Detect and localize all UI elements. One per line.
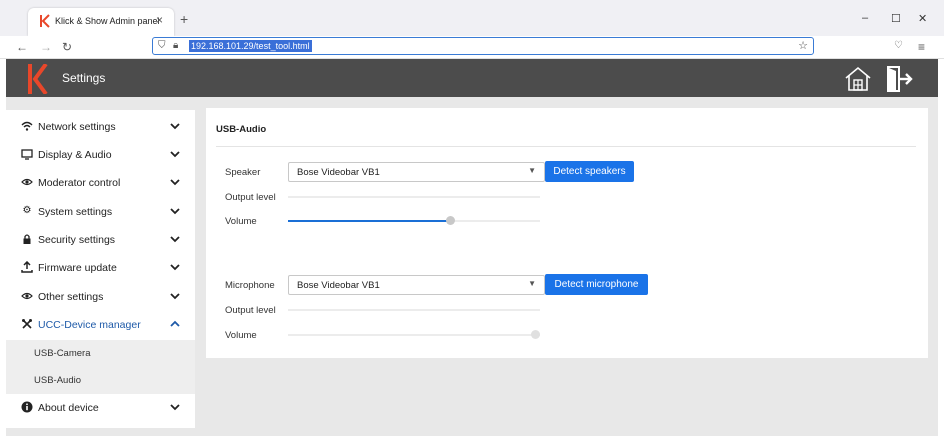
sidebar-subitem-label: USB-Camera [34,348,91,359]
usb-audio-panel: USB-Audio Speaker Bose Videobar VB1 ▼ De… [206,108,928,358]
sidebar-subitem-label: USB-Audio [34,375,81,386]
sidebar-item-label: UCC-Device manager [38,319,141,331]
lock-icon: 🔒︎ [173,40,179,51]
back-arrow-icon[interactable]: ← [16,40,28,54]
sidebar-item-ucc-device-manager[interactable]: UCC-Device manager [6,312,195,340]
sidebar-item-display-audio[interactable]: Display & Audio [6,142,195,170]
gear-icon: ⚙ [22,205,32,216]
panel-title: USB-Audio [216,124,267,135]
dropdown-caret-icon: ▼ [528,279,536,288]
browser-tab[interactable]: Klick & Show Admin panel × [28,8,174,36]
chevron-down-icon [170,123,180,130]
sidebar-item-label: Network settings [38,121,116,133]
speaker-volume-label: Volume [225,216,257,227]
sidebar-item-security-settings[interactable]: Security settings [6,227,195,255]
microphone-output-level-meter [288,309,540,311]
microphone-select[interactable]: Bose Videobar VB1 ▼ [288,275,545,295]
forward-arrow-icon[interactable]: → [40,40,52,54]
chevron-down-icon [170,264,180,271]
speaker-output-level-label: Output level [225,192,276,203]
app-header: Settings [6,59,938,97]
eye-icon [21,176,33,188]
shield-icon: ⛉ [158,40,166,51]
speaker-volume-thumb[interactable] [445,216,455,225]
sidebar: Network settings Display & Audio Moderat… [6,110,195,428]
divider [216,146,916,147]
chevron-down-icon [170,236,180,243]
maximize-button[interactable]: ☐ [891,12,901,25]
sidebar-subitem-usb-camera[interactable]: USB-Camera [6,340,195,367]
pocket-icon[interactable]: ♡ [894,40,903,51]
url-text[interactable]: 192.168.101.29/test_tool.html [189,40,312,52]
sidebar-subitem-usb-audio[interactable]: USB-Audio [6,367,195,394]
sidebar-item-moderator-control[interactable]: Moderator control [6,170,195,198]
browser-tab-bar: Klick & Show Admin panel × + – ☐ ✕ [0,0,944,36]
sidebar-item-label: System settings [38,206,113,218]
address-bar[interactable]: ⛉ 🔒︎ 192.168.101.29/test_tool.html ☆ [152,37,814,55]
chevron-down-icon [170,179,180,186]
tools-icon [21,318,33,330]
browser-nav-bar: ← → ↻ ⛉ 🔒︎ 192.168.101.29/test_tool.html… [0,36,944,59]
info-icon [21,401,33,413]
microphone-volume-slider[interactable] [288,330,540,339]
wifi-icon [21,120,33,132]
microphone-volume-thumb[interactable] [531,330,540,339]
tab-close-icon[interactable]: × [156,13,163,27]
detect-microphone-button[interactable]: Detect microphone [545,274,648,295]
home-icon[interactable] [844,65,872,93]
upload-icon [21,260,33,273]
sidebar-item-other-settings[interactable]: Other settings [6,284,195,312]
speaker-output-level-meter [288,196,540,198]
reload-icon[interactable]: ↻ [62,40,72,54]
chevron-up-icon [170,320,180,327]
sidebar-item-network-settings[interactable]: Network settings [6,114,195,142]
speaker-volume-fill [288,220,451,222]
speaker-volume-slider[interactable] [288,216,540,225]
microphone-label: Microphone [225,280,275,291]
speaker-selected-value: Bose Videobar VB1 [297,167,380,178]
microphone-selected-value: Bose Videobar VB1 [297,280,380,291]
page-title: Settings [62,71,106,85]
sidebar-item-label: Firmware update [38,262,117,274]
close-window-button[interactable]: ✕ [918,12,927,25]
detect-speakers-button[interactable]: Detect speakers [545,161,634,182]
microphone-volume-label: Volume [225,330,257,341]
chevron-down-icon [170,293,180,300]
klick-show-logo-icon [28,64,48,94]
sidebar-item-system-settings[interactable]: ⚙ System settings [6,199,195,227]
sidebar-item-label: Moderator control [38,177,121,189]
speaker-select[interactable]: Bose Videobar VB1 ▼ [288,162,545,182]
logout-icon[interactable] [884,64,914,94]
sidebar-item-label: Other settings [38,291,104,303]
microphone-output-level-label: Output level [225,305,276,316]
chevron-down-icon [170,208,180,215]
tab-title: Klick & Show Admin panel [55,16,160,26]
menu-icon[interactable]: ≡ [918,40,925,54]
minimize-button[interactable]: – [862,12,868,24]
bookmark-star-icon[interactable]: ☆ [798,39,808,52]
dropdown-caret-icon: ▼ [528,166,536,175]
sidebar-item-label: Security settings [38,234,116,246]
sidebar-item-firmware-update[interactable]: Firmware update [6,255,195,283]
chevron-down-icon [170,404,180,411]
sidebar-item-about-device[interactable]: About device [6,395,195,423]
chevron-down-icon [170,151,180,158]
new-tab-button[interactable]: + [180,11,188,27]
monitor-icon [21,148,33,160]
speaker-label: Speaker [225,167,261,178]
eye-icon [21,290,33,302]
sidebar-item-label: Display & Audio [38,149,112,161]
lock-icon [21,233,33,245]
sidebar-item-label: About device [38,402,99,414]
klick-show-favicon-icon [40,14,50,28]
